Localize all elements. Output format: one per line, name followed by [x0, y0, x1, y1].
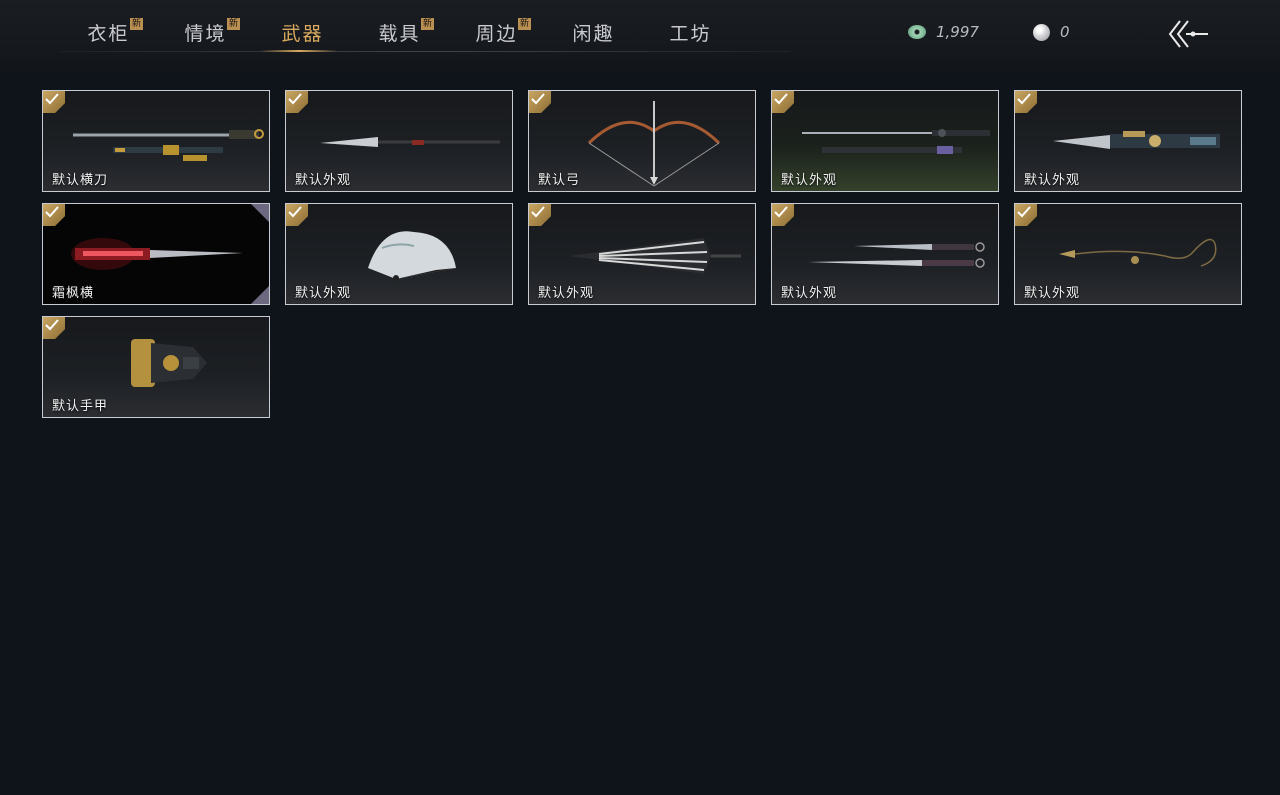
tab-label: 载具	[378, 23, 421, 45]
active-tab-indicator	[260, 50, 338, 52]
weapon-name: 默认手甲	[52, 399, 109, 414]
category-tabs: 衣柜 新 情境 新 武器 载具 新 周边 新 闲趣 工坊	[60, 14, 739, 54]
weapon-card-umbrella[interactable]: 默认外观	[528, 203, 756, 305]
weapon-card-saber[interactable]: 默认横刀	[42, 90, 270, 192]
tabs-divider	[60, 51, 790, 52]
new-badge: 新	[518, 18, 531, 30]
jade-coin-icon	[908, 25, 926, 39]
jade-amount: 1,997	[936, 23, 979, 41]
weapon-name: 霜枫横	[52, 286, 95, 301]
tab-weapons[interactable]: 武器	[254, 14, 351, 54]
new-badge: 新	[421, 18, 434, 30]
tab-label: 武器	[281, 23, 324, 45]
weapon-card-fan[interactable]: 默认外观	[285, 203, 513, 305]
jade-currency: 1,997	[908, 20, 979, 44]
tab-label: 衣柜	[87, 23, 130, 45]
weapon-name: 默认外观	[781, 286, 838, 301]
tab-label: 闲趣	[572, 23, 615, 45]
new-badge: 新	[130, 18, 143, 30]
weapon-name: 默认横刀	[52, 173, 109, 188]
tab-label: 周边	[475, 23, 518, 45]
tab-wardrobe[interactable]: 衣柜 新	[60, 14, 157, 54]
weapon-name: 默认外观	[1024, 173, 1081, 188]
weapon-card-rope-dart[interactable]: 默认外观	[1014, 203, 1242, 305]
weapon-card-ornate-blade[interactable]: 默认外观	[1014, 90, 1242, 192]
weapon-card-gauntlet[interactable]: 默认手甲	[42, 316, 270, 418]
tab-label: 工坊	[669, 23, 712, 45]
weapon-grid: 默认横刀 默认外观 默认弓 默认外观 默认外观 霜枫横 默认外观 默认外观 默认…	[42, 90, 1252, 430]
pearl-icon	[1033, 23, 1050, 41]
weapon-name: 默认外观	[295, 286, 352, 301]
tab-scenes[interactable]: 情境 新	[157, 14, 254, 54]
tab-workshop[interactable]: 工坊	[642, 14, 739, 54]
weapon-name: 默认外观	[295, 173, 352, 188]
tab-mounts[interactable]: 载具 新	[351, 14, 448, 54]
tab-peripherals[interactable]: 周边 新	[448, 14, 545, 54]
weapon-card-bow[interactable]: 默认弓	[528, 90, 756, 192]
top-bar: 衣柜 新 情境 新 武器 载具 新 周边 新 闲趣 工坊 1,997 0	[0, 0, 1280, 74]
weapon-card-spear[interactable]: 默认外观	[285, 90, 513, 192]
weapon-card-crimson-saber[interactable]: 霜枫横	[42, 203, 270, 305]
weapon-card-dual-blades[interactable]: 默认外观	[771, 203, 999, 305]
back-arrow-icon	[1168, 20, 1208, 48]
back-button[interactable]	[1166, 16, 1210, 52]
new-badge: 新	[227, 18, 240, 30]
weapon-name: 默认弓	[538, 173, 581, 188]
weapon-name: 默认外观	[1024, 286, 1081, 301]
tab-label: 情境	[184, 23, 227, 45]
pearl-amount: 0	[1060, 23, 1070, 41]
weapon-name: 默认外观	[781, 173, 838, 188]
pearl-currency: 0	[1033, 20, 1070, 44]
weapon-name: 默认外观	[538, 286, 595, 301]
weapon-card-twin-sword[interactable]: 默认外观	[771, 90, 999, 192]
tab-leisure[interactable]: 闲趣	[545, 14, 642, 54]
